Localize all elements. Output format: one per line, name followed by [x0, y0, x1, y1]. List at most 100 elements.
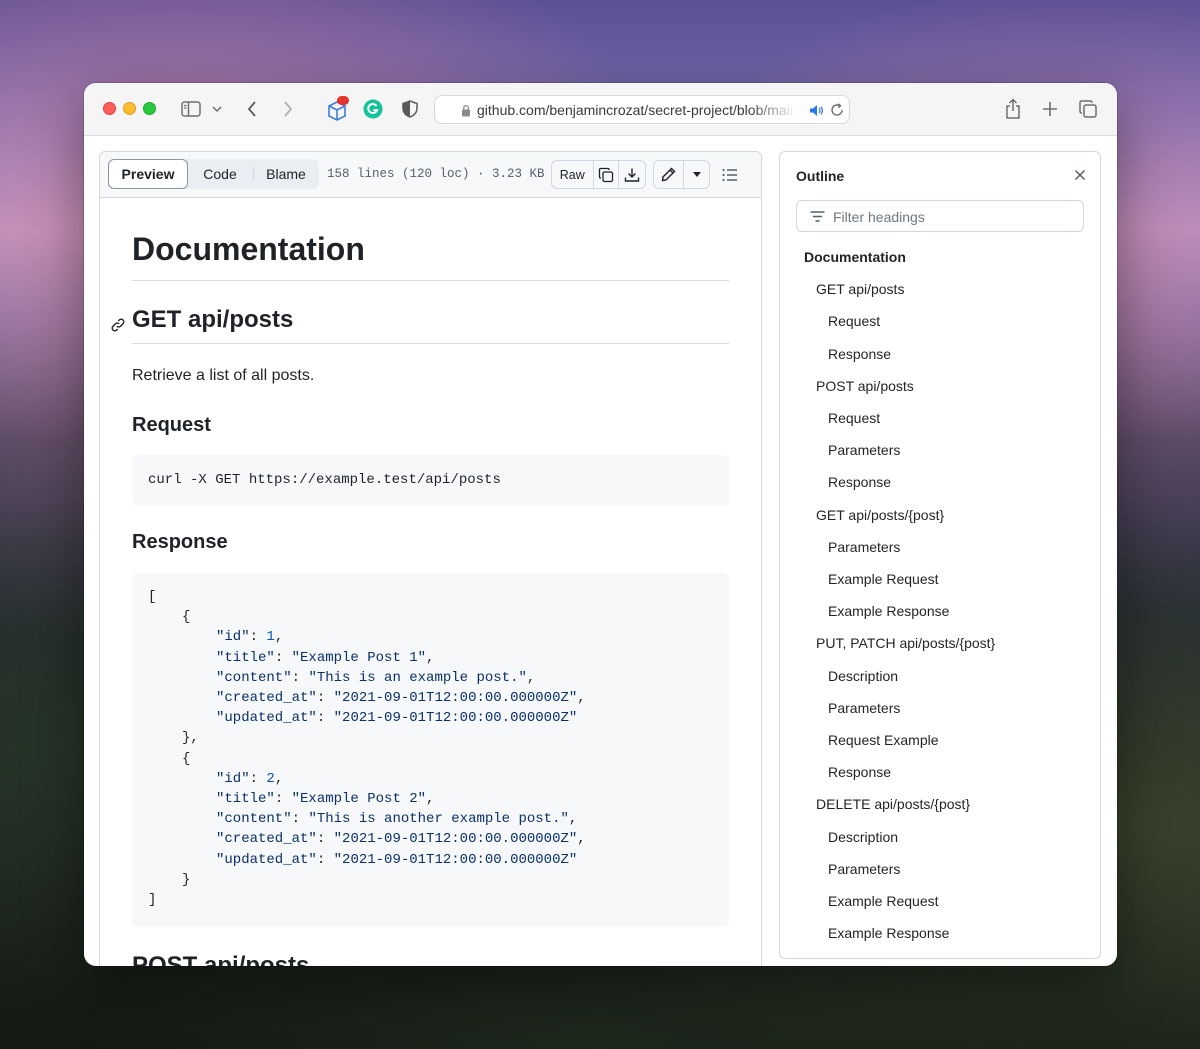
code-punct: : — [316, 831, 334, 848]
filter-headings-input[interactable] — [833, 207, 1073, 227]
code-string: "2021-09-01T12:00:00.000000Z" — [333, 690, 578, 706]
code-string: "content" — [216, 669, 292, 686]
code-string: "This is an example post." — [308, 669, 527, 686]
code-string: "title" — [216, 649, 275, 666]
filter-headings-field — [796, 200, 1084, 232]
share-icon[interactable] — [1003, 97, 1023, 121]
request-heading: Request — [132, 414, 211, 436]
outline-item[interactable]: Example Request — [828, 893, 939, 909]
outline-item[interactable]: Request — [828, 313, 880, 329]
tab-overview-icon[interactable] — [1078, 99, 1098, 119]
code-punct: : — [249, 629, 267, 646]
outline-item[interactable]: GET api/posts/{post} — [816, 507, 944, 523]
edit-dropdown-caret-icon[interactable] — [684, 161, 709, 188]
url-text: github.com/benjamincrozat/secret-project… — [477, 102, 797, 118]
outline-item[interactable]: Example Response — [828, 925, 949, 941]
code-punct: [ — [148, 589, 157, 605]
code-line: { — [182, 609, 190, 629]
edit-pencil-icon[interactable] — [654, 161, 684, 188]
tab-code[interactable]: Code — [188, 159, 252, 189]
outline-item[interactable]: Request — [828, 410, 880, 426]
outline-item[interactable]: Response — [828, 474, 891, 490]
privacy-shield-icon[interactable] — [400, 99, 420, 119]
outline-item[interactable]: Documentation — [804, 249, 906, 265]
code-line: "id": 1, — [216, 629, 283, 649]
outline-item[interactable]: Parameters — [828, 861, 900, 877]
outline-item[interactable]: Parameters — [828, 442, 900, 458]
sidebar-icon[interactable] — [180, 99, 202, 119]
code-punct: , — [568, 811, 578, 828]
outline-item[interactable]: GET api/posts — [816, 281, 904, 297]
code-punct: , — [426, 791, 435, 807]
outline-item[interactable]: DELETE api/posts/{post} — [816, 796, 970, 812]
close-icon[interactable] — [1074, 168, 1086, 186]
code-line: "created_at": "2021-09-01T12:00:00.00000… — [216, 831, 586, 851]
code-string: "id" — [216, 770, 250, 787]
code-line: }, — [182, 730, 199, 750]
speaker-icon[interactable] — [808, 102, 824, 118]
outline-item[interactable]: Example Request — [828, 571, 939, 587]
outline-panel: Outline Documentation GET api/posts Reques… — [779, 151, 1101, 959]
browser-window: github.com/benjamincrozat/secret-project… — [84, 83, 1117, 966]
copy-icon[interactable] — [594, 161, 620, 188]
code-line: "title": "Example Post 1", — [216, 650, 434, 670]
code-line: "id": 2, — [216, 771, 283, 791]
code-punct: , — [274, 629, 284, 646]
tab-preview[interactable]: Preview — [108, 159, 188, 189]
outline-item[interactable]: Description — [828, 668, 898, 684]
download-icon[interactable] — [619, 161, 645, 188]
extension-cube-icon[interactable] — [324, 95, 350, 123]
outline-item[interactable]: POST api/posts — [816, 378, 914, 394]
chevron-down-icon[interactable] — [211, 103, 223, 115]
outline-item[interactable]: Request Example — [828, 732, 939, 748]
code-number: 2 — [266, 770, 275, 787]
outline-item[interactable]: Description — [828, 829, 898, 845]
code-string: "created_at" — [216, 690, 317, 706]
code-punct: , — [577, 831, 586, 848]
outline-list-icon[interactable] — [720, 166, 740, 184]
code-line: { — [182, 751, 190, 771]
back-icon[interactable] — [244, 99, 260, 119]
code-number: 1 — [266, 629, 275, 646]
section-description: Retrieve a list of all posts. — [132, 367, 315, 384]
code-string: "id" — [216, 629, 250, 646]
page-title: Documentation — [132, 231, 729, 281]
code-punct: : — [274, 649, 292, 666]
minimize-window-button[interactable] — [123, 102, 136, 115]
anchor-link-icon[interactable] — [110, 312, 126, 340]
outline-item[interactable]: Example Response — [828, 603, 949, 619]
code-punct: { — [182, 609, 191, 626]
code-line: "updated_at": "2021-09-01T12:00:00.00000… — [216, 852, 577, 872]
code-line: "created_at": "2021-09-01T12:00:00.00000… — [216, 690, 586, 710]
raw-copy-download-group: Raw — [551, 160, 646, 189]
code-line: "title": "Example Post 2", — [216, 791, 434, 811]
outline-title: Outline — [796, 168, 845, 184]
code-punct: : — [316, 851, 334, 868]
outline-item[interactable]: Parameters — [828, 700, 900, 716]
code-string: "content" — [216, 811, 292, 828]
outline-item[interactable]: Response — [828, 346, 891, 362]
code-string: "updated_at" — [216, 710, 317, 727]
reload-icon[interactable] — [829, 102, 845, 118]
code-punct: , — [426, 649, 435, 666]
file-header: Preview Code Blame 158 lines (120 loc) ·… — [100, 152, 761, 198]
outline-item[interactable]: Response — [828, 764, 891, 780]
code-punct: }, — [182, 730, 199, 747]
close-window-button[interactable] — [103, 102, 116, 115]
outline-item[interactable]: PUT, PATCH api/posts/{post} — [816, 635, 995, 651]
code-string: "created_at" — [216, 831, 317, 848]
section-heading-text: GET api/posts — [132, 306, 294, 333]
address-bar[interactable]: github.com/benjamincrozat/secret-project… — [434, 95, 850, 124]
grammarly-icon[interactable] — [362, 98, 384, 120]
tab-blame[interactable]: Blame — [254, 159, 318, 189]
forward-icon[interactable] — [280, 99, 296, 119]
code-string: "2021-09-01T12:00:00.000000Z" — [333, 710, 578, 727]
new-tab-icon[interactable] — [1040, 99, 1060, 119]
raw-button[interactable]: Raw — [552, 161, 594, 188]
zoom-window-button[interactable] — [143, 102, 156, 115]
code-punct: , — [577, 690, 586, 706]
code-punct: : — [291, 811, 309, 828]
file-meta: 158 lines (120 loc) · 3.23 KB — [327, 167, 545, 181]
code-punct: { — [182, 750, 191, 767]
outline-item[interactable]: Parameters — [828, 539, 900, 555]
